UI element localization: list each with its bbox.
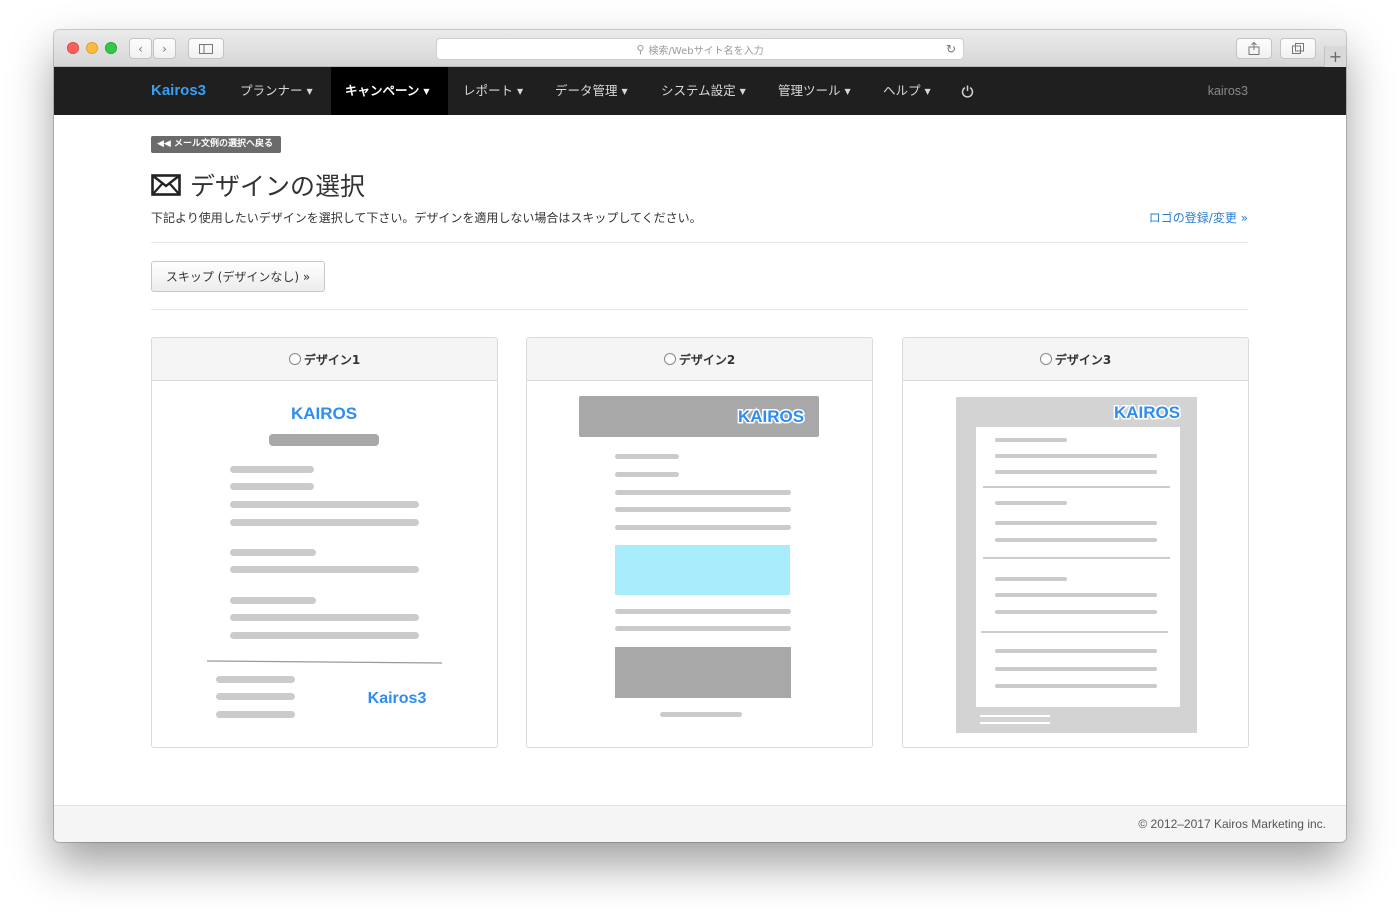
nav-campaign-label: キャンペーン [345, 83, 420, 98]
caret-down-icon: ▼ [739, 86, 746, 96]
new-tab-icon: + [1328, 47, 1343, 66]
address-bar[interactable]: ⚲ 検索/Webサイト名を入力 ↻ [436, 38, 964, 60]
nav-data-management[interactable]: データ管理 ▼ [541, 67, 642, 115]
page-title-text: デザインの選択 [190, 172, 366, 201]
design-3-thumbnail: KAIROS [956, 397, 1197, 733]
design-card-header[interactable]: デザイン2 [527, 338, 872, 381]
design-3-label: デザイン3 [1054, 352, 1112, 367]
search-icon: ⚲ [636, 42, 645, 56]
back-to-mail-template-button[interactable]: ◀◀ メール文例の選択へ戻る [151, 136, 281, 153]
design-3-preview[interactable]: KAIROS [903, 381, 1248, 747]
nav-planner[interactable]: プランナー ▼ [226, 67, 327, 115]
user-menu[interactable]: kairos3 [1208, 67, 1248, 115]
design-3-radio[interactable] [1039, 353, 1052, 365]
brand-logo[interactable]: Kairos3 [151, 67, 206, 115]
design-1-radio[interactable] [288, 353, 301, 365]
design-2-radio[interactable] [663, 353, 676, 365]
design-card-header[interactable]: デザイン1 [152, 338, 497, 381]
caret-down-icon: ▼ [423, 86, 430, 96]
design-2-label: デザイン2 [678, 352, 736, 367]
minimize-window-button[interactable] [86, 42, 98, 54]
design-card-2[interactable]: デザイン2 KAIROS [526, 337, 873, 748]
logout-button[interactable] [961, 67, 974, 115]
address-placeholder: 検索/Webサイト名を入力 [648, 45, 764, 57]
envelope-icon [151, 174, 181, 196]
design-1-label: デザイン1 [303, 352, 361, 367]
nav-system-settings[interactable]: システム設定 ▼ [647, 67, 760, 115]
back-icon: ‹ [138, 41, 143, 56]
nav-system-settings-label: システム設定 [661, 83, 736, 98]
caret-down-icon: ▼ [924, 86, 931, 96]
divider [151, 309, 1248, 310]
logo-register-link[interactable]: ロゴの登録/変更 » [1149, 209, 1248, 226]
nav-admin-tools[interactable]: 管理ツール ▼ [764, 67, 865, 115]
design-1-logo: KAIROS [291, 404, 357, 423]
sidebar-button[interactable] [188, 38, 224, 59]
design-card-3[interactable]: デザイン3 KAIROS [902, 337, 1249, 748]
nav-report[interactable]: レポート ▼ [449, 67, 537, 115]
page-title: デザインの選択 [151, 168, 365, 202]
caret-down-icon: ▼ [621, 86, 628, 96]
close-window-button[interactable] [67, 42, 79, 54]
nav-planner-label: プランナー [240, 83, 303, 98]
design-card-header[interactable]: デザイン3 [903, 338, 1248, 381]
design-1-footer-logo: Kairos3 [368, 690, 427, 707]
zoom-window-button[interactable] [105, 42, 117, 54]
nav-report-label: レポート [463, 83, 514, 98]
caret-down-icon: ▼ [306, 86, 313, 96]
forward-button[interactable]: › [153, 38, 176, 59]
sidebar-icon [199, 43, 213, 54]
caret-down-icon: ▼ [517, 86, 524, 96]
design-3-logo: KAIROS [1114, 403, 1180, 422]
share-icon [1248, 42, 1260, 55]
skip-design-button[interactable]: スキップ (デザインなし) » [151, 261, 325, 292]
power-icon [961, 85, 974, 98]
new-tab-button[interactable]: + [1324, 46, 1346, 67]
design-1-preview[interactable]: KAIROS Kairos3 [152, 381, 497, 747]
nav-help[interactable]: ヘルプ ▼ [869, 67, 945, 115]
double-left-icon: ◀◀ [157, 139, 171, 149]
tabs-icon [1292, 43, 1304, 54]
tabs-button[interactable] [1280, 38, 1316, 59]
back-to-mail-template-label: メール文例の選択へ戻る [173, 139, 273, 149]
page-footer: © 2012–2017 Kairos Marketing inc. [54, 805, 1346, 842]
browser-window: ‹ › ⚲ 検索/Webサイト名を入力 ↻ + Kairos3 プランナー ▼ … [54, 30, 1346, 842]
design-1-thumbnail: KAIROS Kairos3 [206, 403, 443, 718]
caret-down-icon: ▼ [844, 86, 851, 96]
design-2-preview[interactable]: KAIROS [527, 381, 872, 747]
design-card-1[interactable]: デザイン1 KAIROS Kairos3 [151, 337, 498, 748]
copyright-text: © 2012–2017 Kairos Marketing inc. [1138, 817, 1326, 831]
app-navbar: Kairos3 プランナー ▼ キャンペーン ▼ レポート ▼ データ管理 ▼ システム… [54, 67, 1346, 115]
browser-toolbar: ‹ › ⚲ 検索/Webサイト名を入力 ↻ + [54, 30, 1346, 67]
share-button[interactable] [1236, 38, 1272, 59]
nav-admin-tools-label: 管理ツール [778, 83, 841, 98]
reload-icon[interactable]: ↻ [946, 42, 956, 56]
nav-help-label: ヘルプ [883, 83, 921, 98]
back-button[interactable]: ‹ [129, 38, 152, 59]
design-2-logo: KAIROS [738, 407, 804, 426]
forward-icon: › [162, 41, 167, 56]
nav-campaign[interactable]: キャンペーン ▼ [331, 67, 448, 115]
divider [151, 242, 1248, 243]
page-description: 下記より使用したいデザインを選択して下さい。デザインを適用しない場合はスキップし… [151, 211, 702, 225]
design-2-thumbnail: KAIROS [579, 396, 819, 717]
nav-data-management-label: データ管理 [555, 83, 618, 98]
